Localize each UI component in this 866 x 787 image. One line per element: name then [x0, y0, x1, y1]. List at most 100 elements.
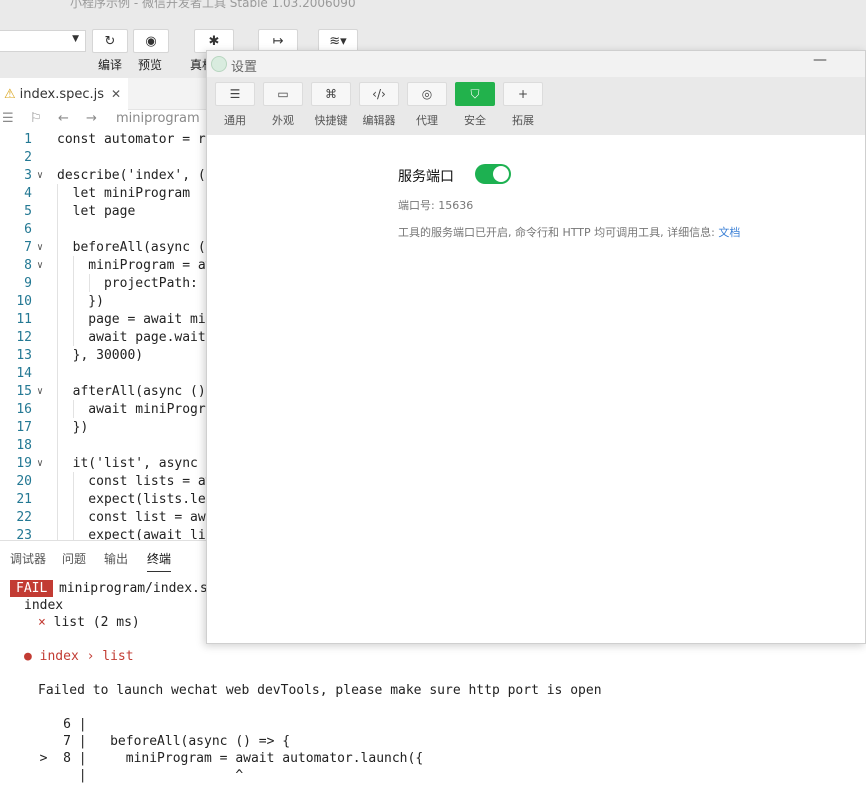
code-text: const list = awa	[57, 510, 214, 525]
code-text: })	[57, 420, 89, 435]
tab-appearance-label: 外观	[272, 114, 294, 127]
code-text: await miniProgra	[57, 402, 214, 417]
line-number: 6	[24, 222, 32, 237]
tab-debugger[interactable]: 调试器	[10, 550, 46, 567]
code-snippet-line-error: > 8 | miniProgram = await automator.laun…	[24, 751, 424, 766]
tab-appearance[interactable]: ▭	[263, 82, 303, 106]
failed-test: × list (2 ms)	[38, 615, 140, 630]
line-number: 22	[16, 510, 32, 525]
code-text: beforeAll(async (	[57, 240, 206, 255]
arrow-right-bar-icon: ↦	[272, 33, 284, 49]
plus-icon: +	[517, 87, 529, 101]
fail-path: miniprogram/index.spe	[59, 581, 224, 596]
tab-proxy[interactable]: ◎	[407, 82, 447, 106]
compile-mode-select[interactable]: ▼	[0, 30, 86, 52]
toggle-knob	[493, 166, 509, 182]
line-number: 17	[16, 420, 32, 435]
code-text: expect(await lis	[57, 528, 214, 540]
chevron-down-icon: ▼	[72, 34, 79, 44]
tab-extensions-label: 拓展	[512, 114, 534, 127]
docs-link[interactable]: 文档	[718, 226, 740, 239]
service-port-label: 服务端口	[398, 169, 454, 185]
code-snippet-line: 6 |	[24, 717, 87, 732]
code-snippet-line: 7 | beforeAll(async () => {	[24, 734, 291, 749]
failed-test-name: list (2 ms)	[53, 615, 140, 630]
shield-icon: ⛉	[470, 86, 480, 101]
line-number: 5	[24, 204, 32, 219]
breadcrumb-folder[interactable]: miniprogram	[116, 111, 200, 126]
tab-security-label: 安全	[464, 114, 486, 127]
line-number: 3	[24, 168, 32, 183]
app-logo-icon	[211, 56, 227, 72]
eye-icon: ◉	[145, 33, 157, 49]
line-number: 9	[24, 276, 32, 291]
back-arrow-icon[interactable]: ←	[58, 111, 69, 126]
line-number: 4	[24, 186, 32, 201]
settings-category-bar: ☰ ▭ ⌘ ‹/› ◎ ⛉ + 通用 外观 快捷键 编辑器 代理 安全 拓展	[207, 77, 865, 135]
error-message: Failed to launch wechat web devTools, pl…	[38, 683, 602, 698]
code-text: miniProgram = aw	[57, 258, 214, 273]
forward-arrow-icon[interactable]: →	[86, 111, 97, 126]
app-title: 小程序示例 - 微信开发者工具 Stable 1.03.2006090	[70, 0, 356, 10]
preview-label: 预览	[138, 58, 163, 72]
line-number: 12	[16, 330, 32, 345]
globe-icon: ◎	[421, 87, 433, 101]
minimize-button[interactable]: —	[813, 52, 827, 68]
line-number: 13	[16, 348, 32, 363]
line-number: 21	[16, 492, 32, 507]
line-number: 20	[16, 474, 32, 489]
line-number: 14	[16, 366, 32, 381]
tab-index-spec[interactable]: ⚠ index.spec.js ✕	[0, 78, 128, 110]
fold-chevron-icon[interactable]: ∨	[37, 167, 43, 185]
error-title: ● index › list	[24, 649, 134, 664]
code-text: afterAll(async ()	[57, 384, 214, 399]
settings-dialog: 设置 — ☰ ▭ ⌘ ‹/› ◎ ⛉ + 通用 外观 快捷键 编辑器 代理 安全…	[206, 50, 866, 644]
compile-button[interactable]: ↻	[92, 29, 128, 53]
code-text: it('list', async (	[57, 456, 214, 471]
line-number: 18	[16, 438, 32, 453]
tab-security[interactable]: ⛉	[455, 82, 495, 106]
fail-badge: FAIL	[10, 580, 54, 597]
tab-general[interactable]: ☰	[215, 82, 255, 106]
window-icon: ▭	[277, 87, 289, 101]
line-number: 16	[16, 402, 32, 417]
service-port-toggle[interactable]	[475, 164, 511, 184]
code-text: const lists = aw	[57, 474, 214, 489]
code-text: })	[57, 294, 104, 309]
code-text: }, 30000)	[57, 348, 144, 363]
suite-name: index	[24, 598, 64, 613]
refresh-icon: ↻	[104, 33, 116, 49]
line-number: 7	[24, 240, 32, 255]
tab-shortcuts[interactable]: ⌘	[311, 82, 351, 106]
close-icon[interactable]: ✕	[111, 87, 121, 101]
tab-problems[interactable]: 问题	[62, 550, 86, 567]
line-number: 11	[16, 312, 32, 327]
fold-chevron-icon[interactable]: ∨	[37, 257, 43, 275]
layers-icon: ≋▾	[329, 33, 347, 49]
tab-filename: index.spec.js	[19, 86, 105, 102]
code-text: expect(lists.ler	[57, 492, 214, 507]
code-text: const automator = re	[57, 132, 214, 147]
tab-output[interactable]: 输出	[104, 550, 128, 567]
tab-editor[interactable]: ‹/›	[359, 82, 399, 106]
line-number: 1	[24, 132, 32, 147]
line-number: 10	[16, 294, 32, 309]
line-number: 2	[24, 150, 32, 165]
tab-general-label: 通用	[224, 114, 246, 127]
code-snippet-caret: | ^	[24, 768, 244, 783]
preview-button[interactable]: ◉	[133, 29, 169, 53]
service-port-number: 端口号: 15636	[398, 199, 474, 212]
service-port-description: 工具的服务端口已开启, 命令行和 HTTP 均可调用工具, 详细信息: 文档	[398, 224, 740, 240]
dialog-titlebar[interactable]: 设置 —	[207, 51, 865, 77]
list-icon[interactable]: ☰	[2, 111, 14, 126]
sliders-icon: ☰	[229, 87, 241, 101]
warning-icon: ⚠	[4, 86, 16, 102]
line-number: 23	[16, 528, 32, 540]
tab-terminal[interactable]: 终端	[147, 550, 172, 573]
fold-chevron-icon[interactable]: ∨	[37, 455, 43, 473]
tab-extensions[interactable]: +	[503, 82, 543, 106]
fold-chevron-icon[interactable]: ∨	[37, 383, 43, 401]
description-text: 工具的服务端口已开启, 命令行和 HTTP 均可调用工具, 详细信息:	[398, 226, 719, 239]
fold-chevron-icon[interactable]: ∨	[37, 239, 43, 257]
bookmark-icon[interactable]: ⚐	[30, 111, 42, 126]
